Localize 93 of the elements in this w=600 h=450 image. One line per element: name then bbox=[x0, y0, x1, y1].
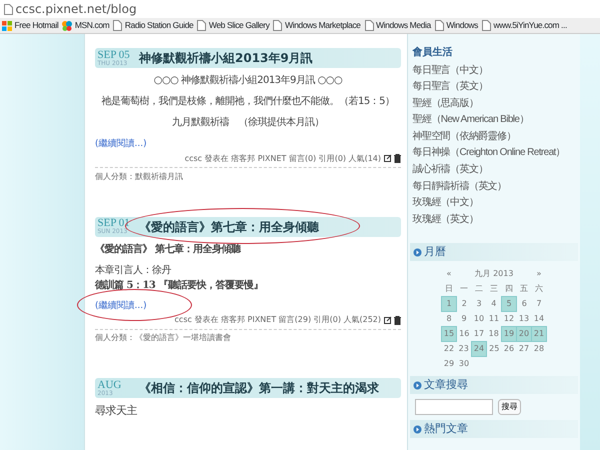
bookmark-link[interactable]: www.5iYinYue.com ... bbox=[480, 18, 569, 33]
sidebar-link[interactable]: 每日神操（Creighton Online Retreat） bbox=[410, 145, 578, 162]
calendar-day: 26 bbox=[502, 341, 516, 356]
bookmark-link[interactable]: Free Hotmail bbox=[0, 18, 60, 33]
calendar-day: 18 bbox=[486, 326, 502, 342]
post-title[interactable]: 《愛的語言》第七章：用全身傾聽 bbox=[139, 218, 319, 236]
calendar-day: 10 bbox=[472, 311, 486, 326]
page-icon bbox=[434, 20, 444, 31]
post-text: 尋求天主 bbox=[95, 403, 138, 419]
section-title: 文章搜尋 bbox=[424, 377, 468, 394]
calendar-day: 29 bbox=[442, 356, 456, 372]
post-meta: ccsc 發表在 痞客邦 PIXNET 留言(0) 引用(0) 人氣(14) bbox=[184, 152, 381, 164]
calendar-day: 25 bbox=[486, 341, 502, 356]
weekday-label: 一 bbox=[460, 284, 468, 293]
page-icon bbox=[364, 20, 374, 31]
edit-icon[interactable] bbox=[384, 154, 392, 162]
search-field[interactable] bbox=[415, 399, 493, 416]
calendar-day: 11 bbox=[486, 311, 502, 326]
weekday-label: 五 bbox=[520, 284, 528, 293]
page-icon bbox=[197, 20, 206, 31]
sidebar-link[interactable]: 玫瑰經（中文） bbox=[410, 195, 578, 212]
post-date: SEP 01 bbox=[98, 218, 131, 229]
weekday-label: 四 bbox=[505, 284, 513, 293]
post-text: 九月默觀祈禱 （徐琪提供本月訊） bbox=[171, 116, 325, 130]
sidebar-link[interactable]: 神聖空間（依納爵靈修） bbox=[410, 128, 578, 146]
post-title[interactable]: 《相信：信仰的宣認》第一講：對天主的渴求 bbox=[139, 379, 379, 397]
section-title: 月曆 bbox=[424, 244, 446, 260]
calendar-day: 13 bbox=[516, 311, 532, 326]
calendar-day: 8 bbox=[442, 311, 456, 326]
calendar-day: 27 bbox=[516, 341, 532, 356]
calendar-day: 28 bbox=[532, 341, 546, 356]
butterfly-icon bbox=[62, 20, 72, 30]
calendar-day: 30 bbox=[456, 356, 472, 372]
bookmark-link[interactable]: Web Slice Gallery bbox=[195, 18, 272, 33]
calendar-day: 2 bbox=[456, 296, 472, 312]
calendar-day: 9 bbox=[456, 311, 472, 326]
post-text: 祂是葡萄樹，我們是枝條，離開祂，我們什麼也不能做。（若15：5） bbox=[100, 94, 396, 109]
post-title[interactable]: 神修默觀祈禱小組2013年9月訊 bbox=[139, 49, 313, 67]
page-icon bbox=[482, 20, 491, 31]
play-circle-icon bbox=[412, 380, 422, 390]
sidebar-link[interactable]: 每日聖言（中文） bbox=[410, 62, 578, 80]
post-subheading: 《愛的語言》 第七章：用全身傾聽 bbox=[95, 242, 242, 256]
page-icon bbox=[4, 4, 13, 14]
search-button[interactable]: 搜尋 bbox=[498, 399, 521, 416]
bookmark-link[interactable]: Windows Marketplace bbox=[271, 18, 363, 33]
calendar-day: 14 bbox=[532, 311, 546, 326]
edit-icon[interactable] bbox=[384, 316, 392, 324]
windows-logo-icon bbox=[2, 20, 12, 30]
calendar-month: 九月 2013 bbox=[474, 268, 514, 278]
read-more-link[interactable]: (繼續閱讀...) bbox=[95, 300, 147, 310]
calendar-day: 22 bbox=[442, 341, 456, 356]
play-circle-icon bbox=[412, 248, 422, 257]
sidebar-link[interactable]: 聖經（New American Bible） bbox=[410, 112, 578, 129]
bookmark-link[interactable]: Radio Station Guide bbox=[111, 18, 196, 33]
sidebar-link[interactable]: 聖經（思高版） bbox=[410, 96, 578, 112]
calendar-next[interactable]: » bbox=[536, 268, 542, 278]
calendar-day: 12 bbox=[502, 311, 516, 326]
post-text: ○○○ 神修默觀祈禱小組2013年9月訊 ○○○ bbox=[152, 74, 344, 88]
post-category: 個人分類：《愛的語言》一堪培讀書會 bbox=[95, 333, 231, 342]
sidebar-heading: 會員生活 bbox=[412, 46, 454, 60]
url-text: ccsc.pixnet.net/blog bbox=[16, 1, 137, 18]
post-category: 個人分類：默觀祈禱月訊 bbox=[95, 172, 183, 180]
calendar-day: 4 bbox=[486, 296, 502, 312]
calendar-day: 17 bbox=[472, 326, 486, 342]
sidebar-link[interactable]: 誠心祈禱（英文） bbox=[410, 162, 578, 179]
read-more-link[interactable]: (繼續閱讀...) bbox=[95, 139, 147, 149]
weekday-label: 二 bbox=[475, 284, 483, 293]
section-title: 熱門文章 bbox=[424, 421, 468, 438]
calendar-day: 7 bbox=[532, 296, 546, 312]
trash-icon[interactable] bbox=[394, 316, 401, 324]
bible-verse: 德訓篇 5：13 『聽話要快，答覆要慢』 bbox=[95, 278, 264, 292]
calendar-day: 3 bbox=[472, 296, 486, 312]
sidebar-link[interactable]: 每日靜禱祈禱（英文） bbox=[410, 178, 578, 196]
page-icon bbox=[273, 20, 282, 31]
sidebar-link[interactable]: 玫瑰經（英文） bbox=[410, 212, 578, 228]
calendar-day: 6 bbox=[516, 296, 532, 312]
bookmark-link[interactable]: MSN.com bbox=[60, 18, 112, 33]
post-text: 本章引言人：徐丹 bbox=[95, 264, 172, 278]
weekday-label: 六 bbox=[535, 284, 543, 293]
page-icon bbox=[113, 20, 122, 31]
calendar-day: 16 bbox=[456, 326, 472, 342]
sidebar-link[interactable]: 每日聖言（英文） bbox=[410, 79, 578, 96]
bookmark-link[interactable]: Windows bbox=[432, 18, 480, 33]
play-circle-icon bbox=[412, 424, 422, 434]
weekday-label: 日 bbox=[445, 284, 453, 293]
post-meta: ccsc 發表在 痞客邦 PIXNET 留言(29) 引用(0) 人氣(252) bbox=[174, 314, 381, 326]
calendar-day: 23 bbox=[456, 341, 472, 356]
bookmark-link[interactable]: Windows Media bbox=[362, 18, 433, 33]
trash-icon[interactable] bbox=[394, 154, 401, 163]
post-date: AUG bbox=[98, 380, 122, 390]
post-date: SEP 05 bbox=[98, 50, 131, 60]
calendar-prev[interactable]: « bbox=[446, 268, 452, 278]
weekday-label: 三 bbox=[490, 284, 498, 293]
